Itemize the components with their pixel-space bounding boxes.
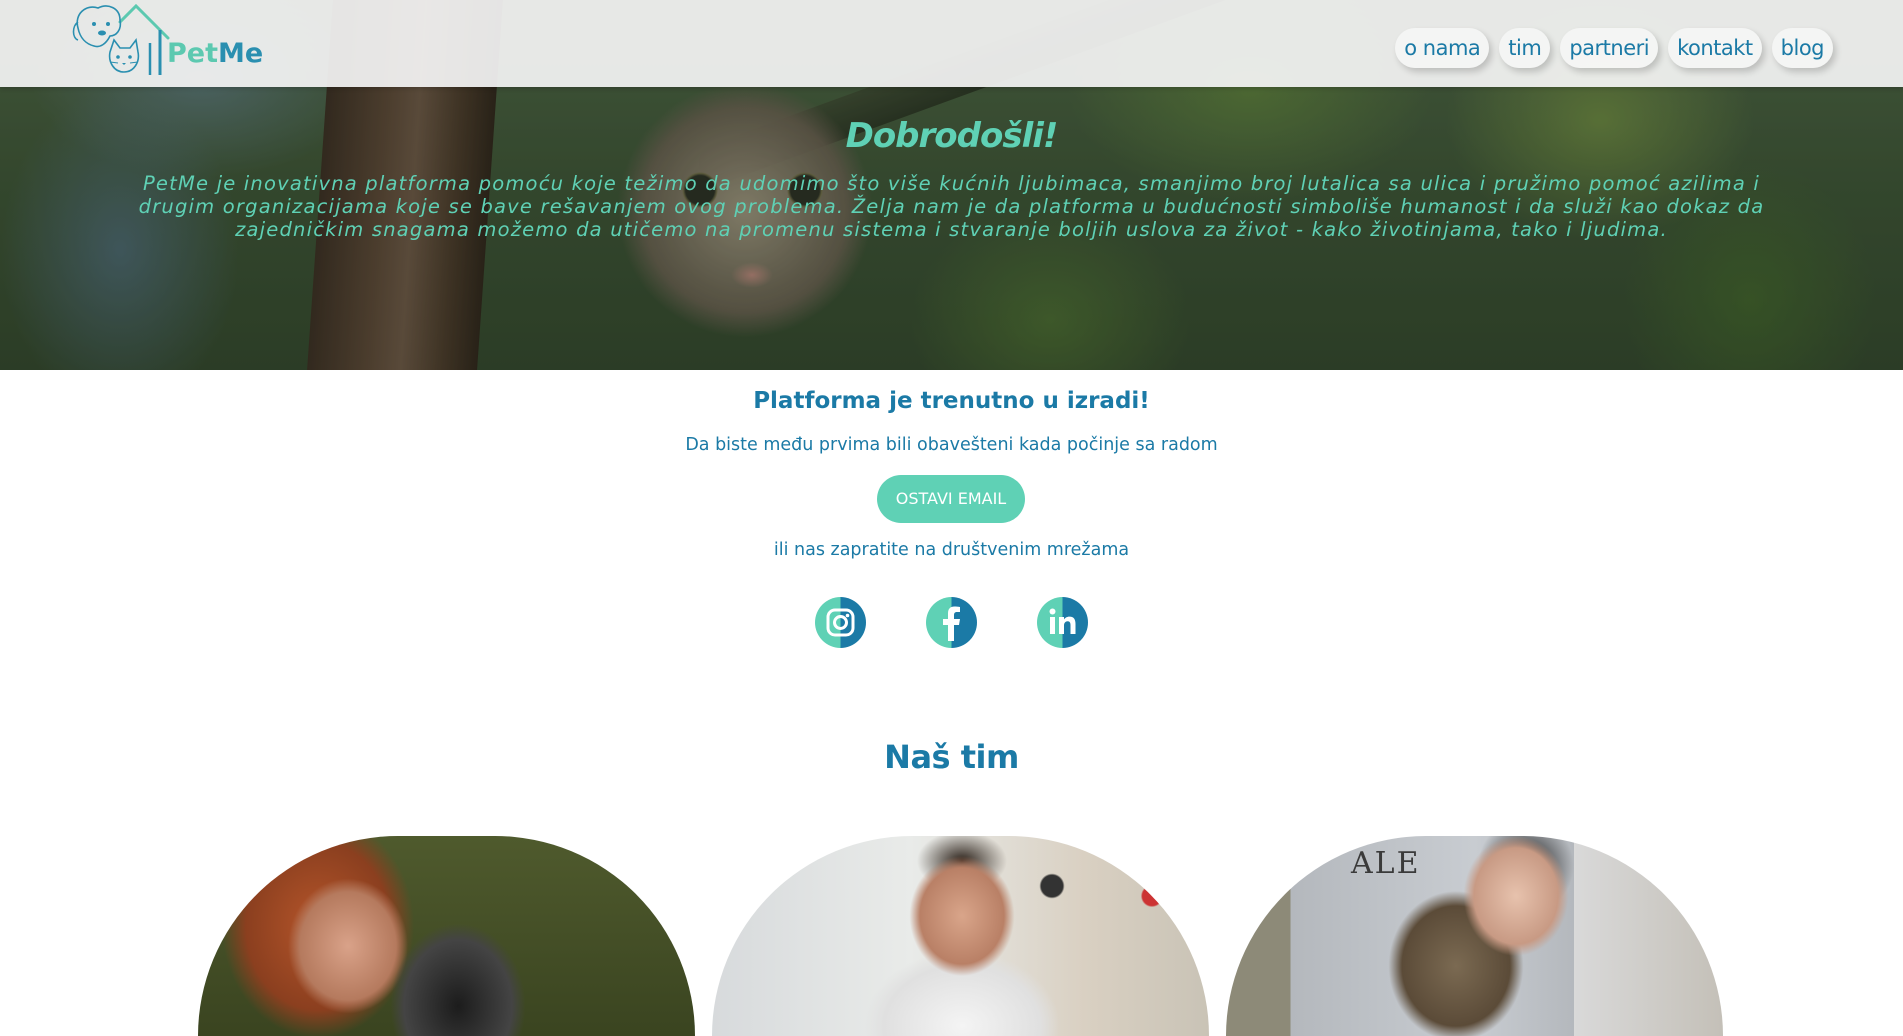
- team-cards: ALE: [198, 836, 1723, 1036]
- team-member-photo-1[interactable]: [198, 836, 695, 1036]
- nav-item-tim[interactable]: tim: [1499, 28, 1551, 68]
- facebook-icon[interactable]: [926, 597, 977, 648]
- linkedin-icon[interactable]: [1037, 597, 1088, 648]
- site-header: PetMe o nama tim partneri kontakt blog: [0, 0, 1903, 87]
- nav-item-o-nama[interactable]: o nama: [1395, 28, 1490, 68]
- under-construction-heading: Platforma je trenutno u izradi!: [753, 388, 1150, 414]
- leave-email-button[interactable]: OSTAVI EMAIL: [877, 475, 1025, 523]
- notify-subtitle: Da biste među prvima bili obavešteni kad…: [685, 435, 1218, 455]
- team-member-photo-2[interactable]: [712, 836, 1209, 1036]
- team-heading: Naš tim: [884, 738, 1019, 776]
- photo-backdrop-text: ALE: [1351, 846, 1421, 881]
- social-follow-text: ili nas zapratite na društvenim mrežama: [773, 540, 1130, 560]
- team-member-photo-3[interactable]: ALE: [1226, 836, 1723, 1036]
- nav-item-partneri[interactable]: partneri: [1560, 28, 1659, 68]
- instagram-icon[interactable]: [815, 597, 866, 648]
- social-links: [815, 597, 1088, 648]
- logo-text: PetMe: [167, 38, 263, 69]
- nav-item-kontakt[interactable]: kontakt: [1668, 28, 1762, 68]
- nav-item-blog[interactable]: blog: [1771, 28, 1833, 68]
- main-nav: o nama tim partneri kontakt blog: [1395, 28, 1833, 68]
- petme-logo[interactable]: PetMe: [70, 0, 263, 80]
- logo-text-me: Me: [218, 38, 264, 69]
- hero-welcome-heading: Dobrodošli!: [845, 116, 1059, 156]
- hero-intro-text: PetMe je inovativna platforma pomoću koj…: [138, 172, 1765, 241]
- logo-text-pet: Pet: [167, 38, 219, 69]
- dog-cat-house-icon: [72, 3, 170, 75]
